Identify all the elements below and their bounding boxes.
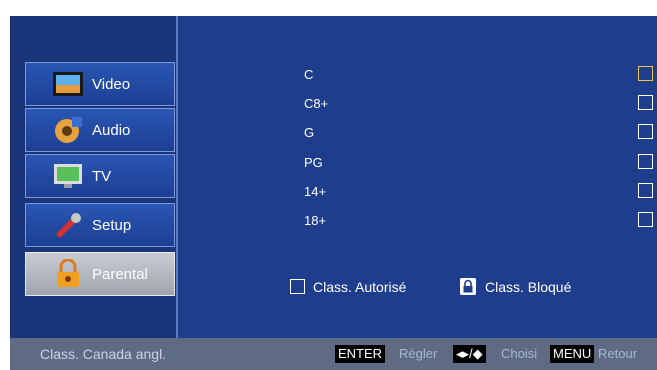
legend-blocked-label: Class. Bloqué [485,279,572,295]
rating-row[interactable]: C8+ [304,93,657,115]
rating-label: C8+ [304,96,329,111]
enter-key-action: Régler [399,346,438,361]
lock-icon [460,278,476,295]
audio-icon [52,115,84,145]
menu-item-audio[interactable]: Audio [25,108,175,152]
tv-icon [52,161,84,191]
menu-label-audio: Audio [92,121,131,139]
nav-key-badge: ◂▸/◆ [453,345,486,363]
status-bar: Class. Canada angl. ENTER Régler ◂▸/◆ Ch… [10,338,657,370]
rating-row[interactable]: G [304,122,657,144]
rating-row[interactable]: 18+ [304,210,657,232]
menu-label-tv: TV [92,167,112,185]
menu-item-tv[interactable]: TV [25,154,175,198]
enter-key-badge: ENTER [335,345,386,363]
rating-panel: C C8+ G PG 14+ 18+ Class. Autorisé Class… [180,16,657,338]
rating-label: PG [304,155,323,170]
legend-allowed-label: Class. Autorisé [313,279,407,295]
setup-icon [52,210,84,240]
rating-label: 18+ [304,213,327,228]
sidebar-menu: Video Audio TV Setup Parental [10,16,178,338]
rating-row[interactable]: PG [304,152,657,174]
lock-icon [52,258,84,289]
menu-label-setup: Setup [92,216,132,234]
rating-checkbox[interactable] [638,212,653,227]
footer-title: Class. Canada angl. [40,346,167,362]
rating-checkbox[interactable] [638,183,653,198]
rating-checkbox[interactable] [638,124,653,139]
menu-item-parental[interactable]: Parental [25,252,175,296]
rating-checkbox[interactable] [638,154,653,169]
video-icon [52,69,84,99]
rating-label: G [304,125,315,140]
rating-label: C [304,67,314,82]
tv-osd-screen: Video Audio TV Setup Parental C C8+ G PG… [10,16,657,370]
rating-row[interactable]: C [304,64,657,86]
menu-item-setup[interactable]: Setup [25,203,175,247]
menu-key-badge: MENU [550,345,595,363]
menu-item-video[interactable]: Video [25,62,175,106]
menu-label-video: Video [92,75,131,93]
rating-label: 14+ [304,184,327,199]
menu-label-parental: Parental [92,265,148,283]
nav-key-action: Choisi [501,346,538,361]
menu-key-action: Retour [598,346,638,361]
rating-row[interactable]: 14+ [304,181,657,203]
rating-checkbox[interactable] [638,95,653,110]
unlocked-box-icon [290,279,305,294]
rating-checkbox[interactable] [638,66,653,81]
